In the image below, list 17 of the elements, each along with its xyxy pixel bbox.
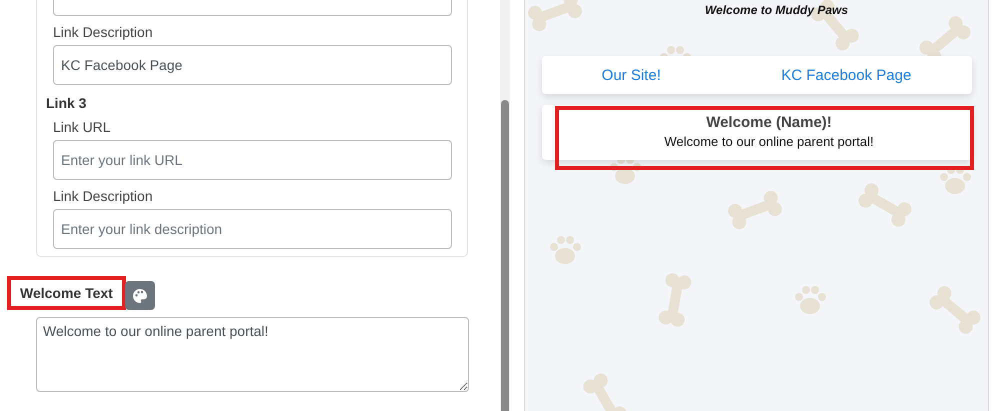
palette-button[interactable]: [124, 281, 155, 310]
section-heading: Link 3: [46, 95, 88, 111]
link[interactable]: KC Facebook Page: [781, 66, 912, 84]
link-description-field[interactable]: KC Facebook Page: [53, 45, 452, 85]
link-url-field[interactable]: Enter your link URL: [53, 140, 452, 180]
palette-icon: [132, 288, 148, 304]
field-label: Link Description: [53, 24, 154, 40]
link[interactable]: Our Site!: [602, 66, 661, 84]
welcome-text-area[interactable]: Welcome to our online parent portal!: [36, 317, 469, 392]
scrollbar-thumb[interactable]: [501, 100, 509, 411]
welcome-heading: Welcome (Name)!: [706, 114, 832, 131]
welcome-message: Welcome to our online parent portal!: [664, 134, 874, 149]
field-label: Link Description: [53, 188, 154, 204]
welcome-text-label: Welcome Text: [8, 276, 125, 308]
field-label: Link URL: [53, 119, 112, 135]
link-description-field[interactable]: Enter your link description: [53, 209, 452, 249]
preview-title: Welcome to Muddy Paws: [704, 3, 848, 17]
